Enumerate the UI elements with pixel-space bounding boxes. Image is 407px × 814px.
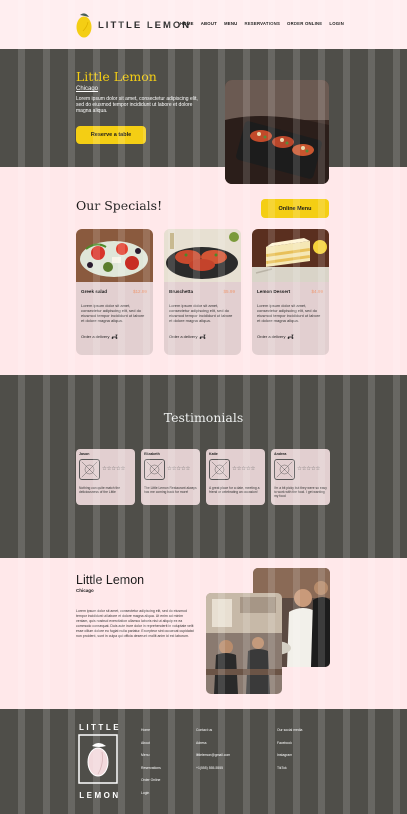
footer-link-reservations[interactable]: Reservations	[141, 766, 161, 770]
hero-image	[225, 80, 329, 184]
lemon-logo-icon	[78, 734, 118, 784]
greek-salad-image	[76, 229, 153, 282]
site-footer: LITTLE LEMON Home About Menu Reservation…	[0, 709, 407, 814]
special-description: Lorem ipsum dolor sit amet, consectetur …	[169, 303, 233, 323]
order-delivery-link[interactable]: Order a delivery	[257, 334, 295, 339]
testimonial-card: Jason ☆☆☆☆☆ Nothing can quite match the …	[76, 449, 135, 505]
reserve-table-button[interactable]: Reserve a table	[76, 126, 146, 144]
hero-subtitle: Chicago	[76, 86, 99, 92]
footer-link-tiktok[interactable]: TikTok	[277, 766, 302, 770]
lemon-logo-icon	[76, 13, 92, 38]
about-title: Little Lemon	[76, 573, 145, 587]
delivery-label: Order a delivery	[257, 334, 286, 339]
footer-phone[interactable]: +1(555) 555-5555	[196, 766, 230, 770]
nav-order-online[interactable]: ORDER ONLINE	[287, 21, 322, 26]
review-text: The Little Lemon Restaurant always has m…	[144, 486, 197, 495]
brand-name: LITTLE LEMON	[98, 19, 192, 31]
footer-link-instagram[interactable]: Instagram	[277, 753, 302, 757]
special-name: Bruschetta	[169, 289, 193, 294]
footer-logo-bottom: LEMON	[79, 791, 121, 800]
special-name: Lemon Dessert	[257, 289, 291, 294]
delivery-label: Order a delivery	[169, 334, 198, 339]
avatar-placeholder-icon	[209, 459, 230, 480]
special-price: $12.99	[132, 289, 147, 294]
about-text: Lorem ipsum dolor sit amet, consectetur …	[76, 609, 194, 638]
about-subtitle: Chicago	[76, 588, 94, 593]
scooter-icon	[112, 334, 119, 339]
reviewer-name: Jason	[79, 452, 90, 456]
special-name: Greek salad	[81, 289, 108, 294]
order-delivery-link[interactable]: Order a delivery	[81, 334, 119, 339]
hero-title: Little Lemon	[76, 69, 157, 84]
review-text: A great place for a date, meeting a frie…	[209, 486, 260, 495]
special-price: $5.99	[223, 289, 236, 294]
hero-section: Little Lemon Chicago Lorem ipsum dolor s…	[0, 49, 407, 184]
nav-home[interactable]: HOME	[180, 21, 194, 26]
restaurant-image	[206, 593, 282, 694]
footer-logo[interactable]: LITTLE LEMON	[78, 723, 122, 800]
footer-contact: Contact us Adress littlelemon@gmail.com …	[196, 728, 230, 778]
special-card[interactable]: Greek salad $12.99 Lorem ipsum dolor sit…	[76, 229, 153, 355]
star-rating: ☆☆☆☆☆	[297, 466, 321, 472]
bruschetta-image	[164, 229, 241, 282]
brand-logo[interactable]: LITTLE LEMON	[76, 12, 191, 38]
review-text: I'm a bit picky but they were so easy to…	[274, 486, 327, 499]
testimonial-card: Elizabeth ☆☆☆☆☆ The Little Lemon Restaur…	[141, 449, 200, 505]
footer-nav: Home About Menu Reservations Order Onlin…	[141, 728, 161, 803]
order-delivery-link[interactable]: Order a delivery	[169, 334, 207, 339]
hero-description: Lorem ipsum dolor sit amet, consectetur …	[76, 96, 198, 115]
avatar-placeholder-icon	[79, 459, 100, 480]
star-rating: ☆☆☆☆☆	[167, 466, 191, 472]
lemon-dessert-image	[252, 229, 329, 282]
footer-link-order-online[interactable]: Order Online	[141, 778, 161, 782]
footer-contact-heading: Contact us	[196, 728, 213, 732]
special-price: $4.99	[311, 289, 324, 294]
star-rating: ☆☆☆☆☆	[102, 466, 126, 472]
reviewer-name: Katie	[209, 452, 218, 456]
special-description: Lorem ipsum dolor sit amet, consectetur …	[257, 303, 321, 323]
footer-link-facebook[interactable]: Facebook	[277, 741, 302, 745]
star-rating: ☆☆☆☆☆	[232, 466, 256, 472]
reviewer-name: Elizabeth	[144, 452, 160, 456]
footer-social-heading: Our social media	[277, 728, 303, 732]
delivery-label: Order a delivery	[81, 334, 110, 339]
reviewer-name: Andrea	[274, 452, 287, 456]
testimonials-section: Testimonials Jason ☆☆☆☆☆ Nothing can qui…	[0, 375, 407, 558]
top-nav: LITTLE LEMON HOME ABOUT MENU RESERVATION…	[0, 0, 407, 49]
footer-logo-top: LITTLE	[78, 723, 122, 732]
nav-about[interactable]: ABOUT	[201, 21, 217, 26]
special-description: Lorem ipsum dolor sit amet, consectetur …	[81, 303, 145, 323]
footer-link-about[interactable]: About	[141, 741, 161, 745]
footer-link-menu[interactable]: Menu	[141, 753, 161, 757]
testimonial-card: Katie ☆☆☆☆☆ A great place for a date, me…	[206, 449, 265, 505]
testimonials-title: Testimonials	[163, 410, 244, 425]
footer-social: Our social media Facebook Instagram TikT…	[277, 728, 302, 778]
nav-reservations[interactable]: RESERVATIONS	[244, 21, 280, 26]
scooter-icon	[200, 334, 207, 339]
scooter-icon	[288, 334, 295, 339]
avatar-placeholder-icon	[274, 459, 295, 480]
specials-title: Our Specials!	[76, 198, 163, 213]
avatar-placeholder-icon	[144, 459, 165, 480]
special-card[interactable]: Bruschetta $5.99 Lorem ipsum dolor sit a…	[164, 229, 241, 355]
nav-login[interactable]: LOGIN	[329, 21, 344, 26]
online-menu-button[interactable]: Online Menu	[261, 199, 329, 218]
special-card[interactable]: Lemon Dessert $4.99 Lorem ipsum dolor si…	[252, 229, 329, 355]
testimonial-card: Andrea ☆☆☆☆☆ I'm a bit picky but they we…	[271, 449, 330, 505]
footer-address: Adress	[196, 740, 207, 745]
main-menu: HOME ABOUT MENU RESERVATIONS ORDER ONLIN…	[180, 21, 344, 26]
footer-link-home[interactable]: Home	[141, 728, 161, 732]
review-text: Nothing can quite match the deliciousnes…	[79, 486, 121, 495]
footer-link-login[interactable]: Login	[141, 791, 161, 795]
nav-menu[interactable]: MENU	[224, 21, 237, 26]
footer-email[interactable]: littlelemon@gmail.com	[196, 753, 230, 757]
